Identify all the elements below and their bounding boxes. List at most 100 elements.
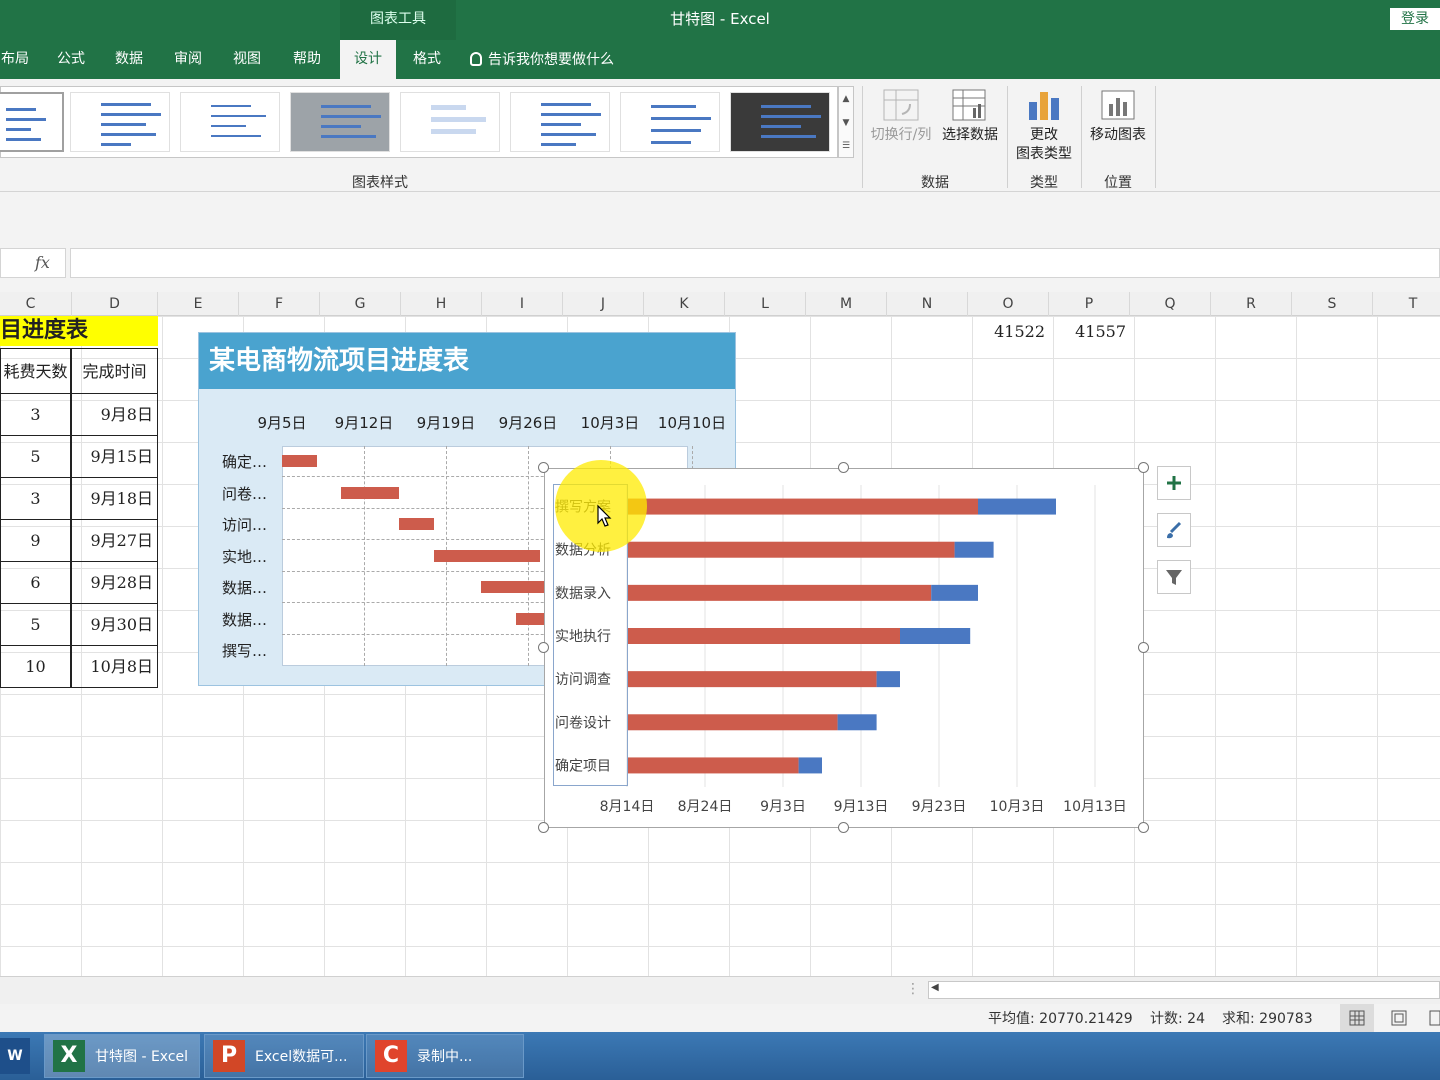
chart2-bar-start[interactable]: [627, 714, 838, 731]
column-header-q[interactable]: Q: [1130, 292, 1211, 316]
chart2-bar-duration[interactable]: [876, 671, 900, 688]
chart2-bar-duration[interactable]: [798, 757, 822, 774]
table-cell-finish[interactable]: 9月30日: [71, 604, 158, 646]
chart-style-1[interactable]: [0, 92, 64, 152]
column-header-d[interactable]: D: [72, 292, 158, 316]
cell-p1[interactable]: 41557: [1049, 322, 1126, 341]
chart-style-2[interactable]: [70, 92, 170, 152]
table-cell-days[interactable]: 3: [0, 478, 71, 520]
tab-design[interactable]: 设计: [340, 40, 396, 79]
resize-handle-ne[interactable]: [1138, 462, 1149, 473]
chart1-bar[interactable]: [481, 581, 552, 593]
table-cell-finish[interactable]: 9月18日: [71, 478, 158, 520]
login-button[interactable]: 登录: [1390, 8, 1440, 30]
tab-formulas[interactable]: 公式: [50, 40, 92, 79]
tab-review[interactable]: 审阅: [167, 40, 209, 79]
chart1-bar[interactable]: [399, 518, 435, 530]
chart1-bar[interactable]: [340, 486, 400, 499]
column-header-n[interactable]: N: [887, 292, 968, 316]
change-chart-type-button[interactable]: 更改 图表类型: [1010, 86, 1078, 164]
chevron-up-icon[interactable]: ▲: [839, 87, 853, 111]
chart2-bar-start[interactable]: [627, 498, 978, 515]
column-header-r[interactable]: R: [1211, 292, 1292, 316]
chart-style-4[interactable]: [290, 92, 390, 152]
scroll-left-icon[interactable]: ◀: [931, 982, 939, 993]
switch-row-col-button[interactable]: 切换行/列: [866, 86, 936, 145]
expand-gallery-icon[interactable]: ☰: [839, 135, 853, 157]
chart1-bar[interactable]: [434, 549, 540, 562]
column-header-f[interactable]: F: [239, 292, 320, 316]
tab-format[interactable]: 格式: [404, 40, 450, 79]
column-header-j[interactable]: J: [563, 292, 644, 316]
word-app-icon[interactable]: W: [0, 1038, 30, 1074]
page-break-icon[interactable]: [1424, 1004, 1440, 1032]
tab-view[interactable]: 视图: [226, 40, 268, 79]
chart2-bar-start[interactable]: [627, 584, 932, 601]
table-cell-days[interactable]: 9: [0, 520, 71, 562]
chart2-bar-start[interactable]: [627, 628, 900, 644]
table-cell-finish[interactable]: 9月27日: [71, 520, 158, 562]
resize-handle-e[interactable]: [1138, 642, 1149, 653]
chart-styles-button[interactable]: [1157, 513, 1191, 547]
task-excel[interactable]: X 甘特图 - Excel: [44, 1034, 200, 1078]
chart-style-7[interactable]: [620, 92, 720, 152]
chart2-bar-duration[interactable]: [900, 628, 971, 644]
chart2-bar-start[interactable]: [627, 757, 799, 774]
gallery-scrollbar[interactable]: ▲ ▼ ☰: [838, 86, 854, 158]
column-header-o[interactable]: O: [968, 292, 1049, 316]
task-recorder[interactable]: C 录制中...: [366, 1034, 524, 1078]
chart2-bar-start[interactable]: [627, 541, 955, 558]
tell-me-search[interactable]: 告诉我你想要做什么: [470, 40, 614, 79]
tab-help[interactable]: 帮助: [285, 40, 329, 79]
chart-style-6[interactable]: [510, 92, 610, 152]
table-cell-finish[interactable]: 9月15日: [71, 436, 158, 478]
resize-handle-sw[interactable]: [538, 822, 549, 833]
column-header-i[interactable]: I: [482, 292, 563, 316]
table-cell-finish[interactable]: 10月8日: [71, 646, 158, 688]
chart2-bar-start[interactable]: [627, 671, 877, 688]
table-title[interactable]: 目进度表: [0, 316, 158, 346]
column-header-t[interactable]: T: [1373, 292, 1440, 316]
chart-style-3[interactable]: [180, 92, 280, 152]
chevron-down-icon[interactable]: ▼: [839, 111, 853, 135]
table-cell-finish[interactable]: 9月8日: [71, 394, 158, 436]
page-layout-icon[interactable]: [1382, 1004, 1416, 1032]
table-cell-days[interactable]: 5: [0, 604, 71, 646]
split-handle-icon[interactable]: ⋮: [906, 981, 920, 997]
table-cell-days[interactable]: 10: [0, 646, 71, 688]
tab-data[interactable]: 数据: [108, 40, 150, 79]
table-cell-days[interactable]: 6: [0, 562, 71, 604]
column-header-m[interactable]: M: [806, 292, 887, 316]
table-cell-days[interactable]: 3: [0, 394, 71, 436]
column-header-g[interactable]: G: [320, 292, 401, 316]
chart-filters-button[interactable]: [1157, 560, 1191, 594]
table-cell-days[interactable]: 5: [0, 436, 71, 478]
resize-handle-se[interactable]: [1138, 822, 1149, 833]
column-header-l[interactable]: L: [725, 292, 806, 316]
chart2-bar-duration[interactable]: [978, 498, 1056, 515]
normal-view-icon[interactable]: [1340, 1004, 1374, 1032]
table-cell-finish[interactable]: 9月28日: [71, 562, 158, 604]
header-finish[interactable]: 完成时间: [71, 348, 158, 394]
chart-style-8[interactable]: [730, 92, 830, 152]
column-header-c[interactable]: C: [0, 292, 72, 316]
fx-icon[interactable]: fx: [35, 253, 50, 272]
header-days[interactable]: 耗费天数: [0, 348, 71, 394]
tab-layout[interactable]: 布局: [0, 40, 30, 79]
chart2-bar-duration[interactable]: [931, 584, 978, 601]
horizontal-scrollbar[interactable]: ◀: [928, 981, 1440, 999]
select-data-button[interactable]: 选择数据: [938, 86, 1002, 145]
task-powerpoint[interactable]: P Excel数据可...: [204, 1034, 364, 1078]
column-header-s[interactable]: S: [1292, 292, 1373, 316]
move-chart-button[interactable]: 移动图表: [1084, 86, 1152, 145]
column-header-e[interactable]: E: [158, 292, 239, 316]
resize-handle-s[interactable]: [838, 822, 849, 833]
chart-title[interactable]: 某电商物流项目进度表: [199, 333, 735, 389]
column-header-p[interactable]: P: [1049, 292, 1130, 316]
formula-input[interactable]: [70, 248, 1440, 278]
chart-style-5[interactable]: [400, 92, 500, 152]
chart2-bar-duration[interactable]: [837, 714, 877, 731]
column-header-k[interactable]: K: [644, 292, 725, 316]
cell-o1[interactable]: 41522: [968, 322, 1045, 341]
resize-handle-nw[interactable]: [538, 462, 549, 473]
